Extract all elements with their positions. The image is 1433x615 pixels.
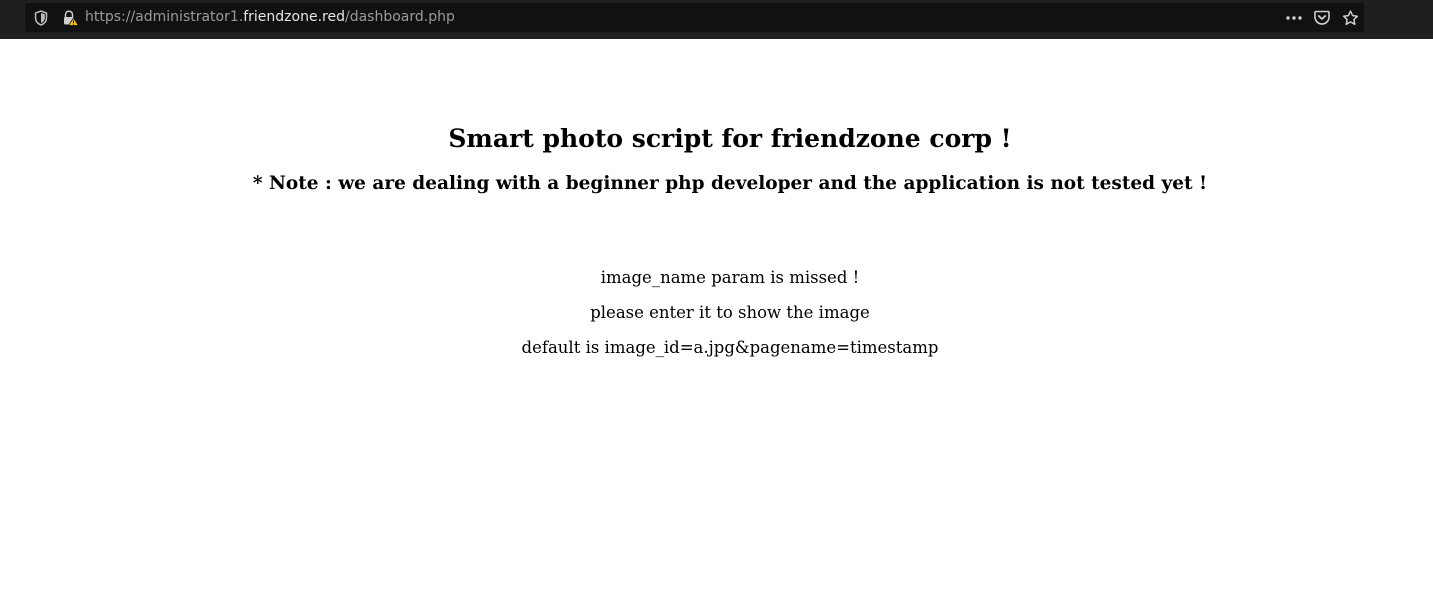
star-icon[interactable]	[1336, 3, 1364, 32]
message-enter-param: please enter it to show the image	[590, 303, 870, 322]
message-default: default is image_id=a.jpg&pagename=times…	[521, 338, 939, 357]
insecure-lock-icon[interactable]	[62, 10, 80, 26]
url-prefix: https://administrator1.	[85, 9, 244, 25]
shield-icon[interactable]	[34, 10, 48, 26]
page-title: Smart photo script for friendzone corp !	[448, 124, 1012, 153]
address-bar-actions	[1280, 3, 1364, 32]
url-host: friendzone.red	[243, 9, 345, 25]
address-bar[interactable]: https://administrator1.friendzone.red/da…	[25, 3, 1364, 32]
url-path: /dashboard.php	[344, 9, 455, 25]
url-text: https://administrator1.friendzone.red/da…	[85, 9, 455, 25]
message-missing-param: image_name param is missed !	[600, 268, 860, 287]
browser-toolbar: https://administrator1.friendzone.red/da…	[0, 0, 1433, 39]
pocket-icon[interactable]	[1308, 3, 1336, 32]
page-content: Smart photo script for friendzone corp !…	[0, 39, 1433, 615]
more-icon[interactable]	[1280, 3, 1308, 32]
page-note: * Note : we are dealing with a beginner …	[252, 173, 1208, 194]
